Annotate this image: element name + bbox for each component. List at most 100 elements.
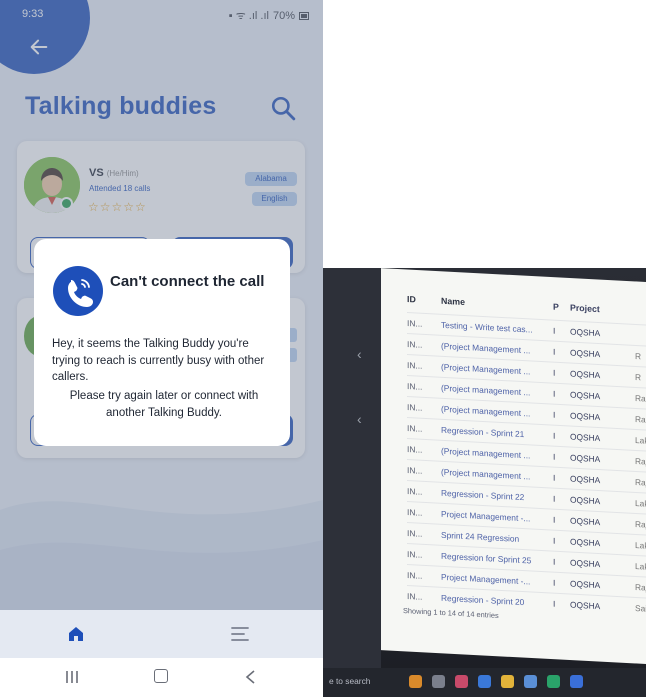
taskbar-search[interactable]: e to search xyxy=(329,676,370,686)
row-project: OQSHA xyxy=(570,557,601,570)
row-project: OQSHA xyxy=(570,452,601,465)
row-project: OQSHA xyxy=(570,326,601,339)
row-name: (Project management ... xyxy=(441,445,531,461)
row-owner: Laksh xyxy=(635,539,646,552)
phone-icon xyxy=(53,266,103,316)
row-p: I xyxy=(553,514,556,525)
screenshot-root: 9:33 ▪ ᯤ .ıl .ıl 70% Talking buddies VS … xyxy=(0,0,646,697)
row-name: Project Management -... xyxy=(441,508,531,524)
side-panel-strip: ‹ ‹ xyxy=(323,268,381,668)
chevron-left-icon: ‹ xyxy=(357,411,362,427)
menu-icon[interactable] xyxy=(230,625,250,643)
taskbar-app-icon[interactable] xyxy=(409,675,422,688)
row-project: OQSHA xyxy=(570,410,601,423)
taskbar-app-icon[interactable] xyxy=(501,675,514,688)
system-home-icon[interactable] xyxy=(154,669,168,683)
row-project: OQSHA xyxy=(570,347,601,360)
row-p: I xyxy=(553,556,556,567)
row-name: Regression - Sprint 21 xyxy=(441,424,525,440)
row-id: IN... xyxy=(407,360,423,371)
row-project: OQSHA xyxy=(570,389,601,402)
row-id: IN... xyxy=(407,339,423,350)
row-project: OQSHA xyxy=(570,368,601,381)
header-name: Name xyxy=(441,295,465,308)
dialog-title: Can't connect the call xyxy=(110,273,265,290)
row-id: IN... xyxy=(407,549,423,560)
row-p: I xyxy=(553,388,556,399)
row-owner: Laksh xyxy=(635,560,646,573)
row-owner: Raj K xyxy=(635,476,646,488)
cannot-connect-dialog: Can't connect the call Hey, it seems the… xyxy=(34,239,290,446)
row-project: OQSHA xyxy=(570,494,601,507)
row-p: I xyxy=(553,472,556,483)
phone-screenshot: 9:33 ▪ ᯤ .ıl .ıl 70% Talking buddies VS … xyxy=(0,0,323,697)
dialog-message: Hey, it seems the Talking Buddy you're t… xyxy=(52,338,265,383)
row-p: I xyxy=(553,577,556,588)
row-p: I xyxy=(553,493,556,504)
row-name: (Project Management ... xyxy=(441,340,531,356)
row-p: I xyxy=(553,325,556,336)
row-name: Sprint 24 Regression xyxy=(441,529,520,544)
row-p: I xyxy=(553,430,556,441)
row-owner: R xyxy=(635,350,642,362)
taskbar-app-icon[interactable] xyxy=(524,675,537,688)
taskbar-app-icon[interactable] xyxy=(478,675,491,688)
row-project: OQSHA xyxy=(570,578,601,591)
row-name: Regression - Sprint 22 xyxy=(441,487,525,503)
row-owner: Ra xyxy=(635,392,646,404)
row-id: IN... xyxy=(407,486,423,497)
row-id: IN... xyxy=(407,381,423,392)
row-id: IN... xyxy=(407,507,423,518)
row-id: IN... xyxy=(407,591,423,602)
bottom-nav xyxy=(0,610,323,658)
row-id: IN... xyxy=(407,528,423,539)
taskbar-app-icon[interactable] xyxy=(570,675,583,688)
row-p: I xyxy=(553,346,556,357)
row-project: OQSHA xyxy=(570,599,601,612)
row-owner: Raj K xyxy=(635,518,646,530)
row-p: I xyxy=(553,535,556,546)
row-p: I xyxy=(553,598,556,609)
chevron-left-icon: ‹ xyxy=(357,346,362,362)
taskbar-app-icon[interactable] xyxy=(432,675,445,688)
home-icon[interactable] xyxy=(66,624,86,644)
row-name: (Project management ... xyxy=(441,466,531,482)
system-nav-bar xyxy=(0,658,323,697)
row-id: IN... xyxy=(407,465,423,476)
row-name: (Project management ... xyxy=(441,382,531,398)
row-owner: R xyxy=(635,371,642,383)
dialog-message-secondary: Please try again later or connect with a… xyxy=(69,390,259,419)
row-name: Project Management -... xyxy=(441,571,531,587)
row-id: IN... xyxy=(407,423,423,434)
row-owner: Laksh xyxy=(635,497,646,510)
row-id: IN... xyxy=(407,402,423,413)
row-owner: Lak xyxy=(635,434,646,446)
row-name: Testing - Write test cas... xyxy=(441,319,533,335)
app-screen: 9:33 ▪ ᯤ .ıl .ıl 70% Talking buddies VS … xyxy=(0,0,323,658)
taskbar-app-icon[interactable] xyxy=(547,675,560,688)
row-project: OQSHA xyxy=(570,515,601,528)
recent-apps-icon[interactable] xyxy=(64,670,80,684)
row-name: (Project Management ... xyxy=(441,361,531,377)
chevron-left-icon[interactable] xyxy=(244,669,258,685)
header-p: P xyxy=(553,301,559,312)
row-name: (Project management ... xyxy=(441,403,531,419)
row-p: I xyxy=(553,367,556,378)
row-p: I xyxy=(553,409,556,420)
row-project: OQSHA xyxy=(570,536,601,549)
row-name: Regression - Sprint 20 xyxy=(441,592,525,608)
row-owner: Raj K xyxy=(635,581,646,593)
row-p: I xyxy=(553,451,556,462)
row-id: IN... xyxy=(407,318,423,329)
row-project: OQSHA xyxy=(570,431,601,444)
taskbar-icons xyxy=(409,675,583,688)
header-project: Project xyxy=(570,302,600,315)
test-plans-table: ID Name P Project IN... Testing - Write t… xyxy=(407,288,646,619)
row-project: OQSHA xyxy=(570,473,601,486)
monitor-photo: ‹ ‹ ID Name P Project IN... Testing - Wri… xyxy=(323,268,646,697)
row-owner: Sai p xyxy=(635,602,646,614)
row-owner: Ra xyxy=(635,413,646,425)
row-owner xyxy=(635,330,646,332)
taskbar-app-icon[interactable] xyxy=(455,675,468,688)
table-body: IN... Testing - Write test cas... I OQSHA IN… xyxy=(407,312,646,619)
